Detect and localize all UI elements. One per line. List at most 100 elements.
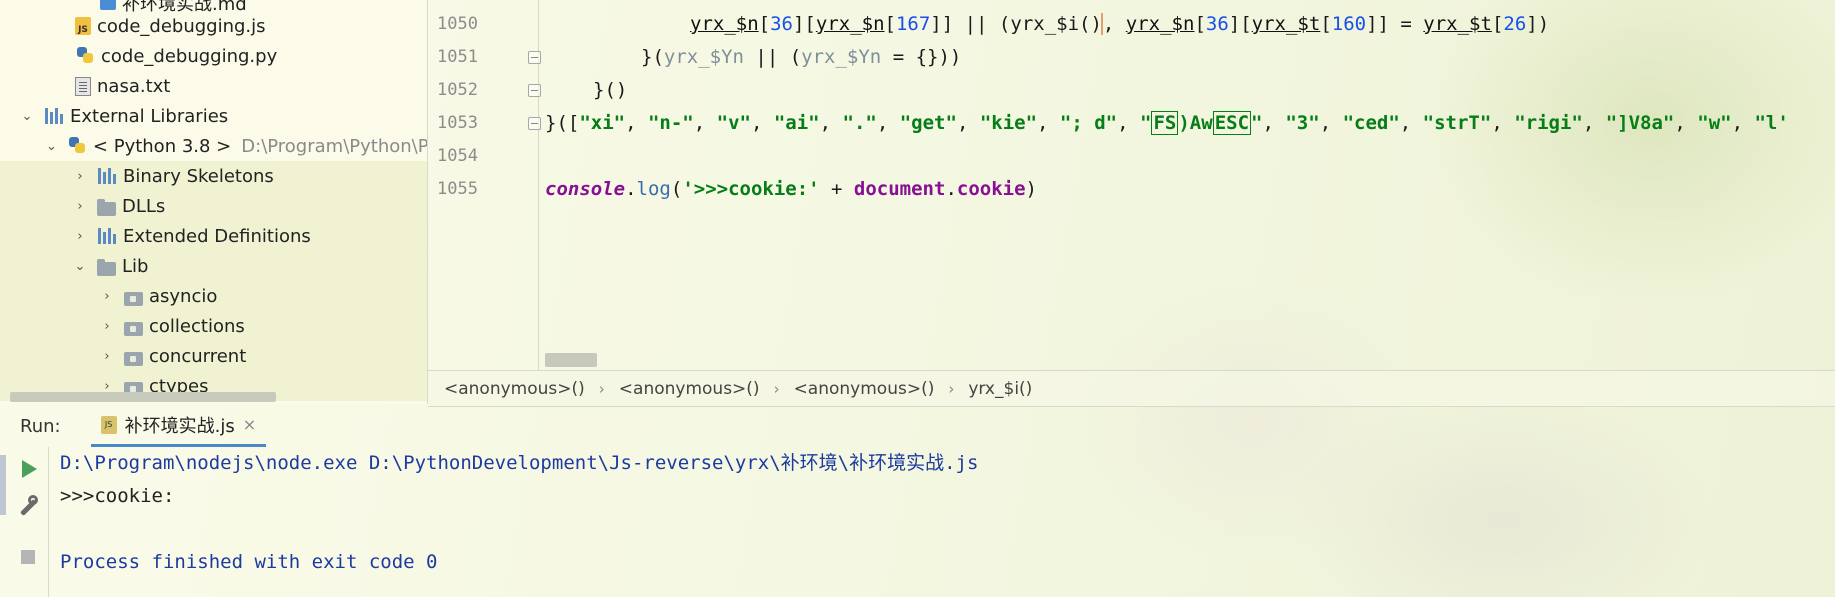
line-number: 1054 <box>437 146 478 166</box>
code-token: || ( <box>743 46 802 68</box>
js-file-icon: JS <box>100 415 117 434</box>
tree-item-label: DLLs <box>122 195 166 217</box>
tree-item-asyncio[interactable]: › asyncio <box>0 281 427 311</box>
tree-item-label: concurrent <box>149 345 247 367</box>
chevron-right-icon[interactable]: › <box>73 169 87 184</box>
code-token: [ <box>884 13 896 35</box>
tree-item-dlls[interactable]: › DLLs <box>0 191 427 221</box>
breadcrumb-item[interactable]: <anonymous>() <box>444 379 585 399</box>
code-token: ]] = <box>1366 13 1424 35</box>
code-token: , <box>1262 112 1286 134</box>
breadcrumb-item[interactable]: yrx_$i() <box>968 379 1032 399</box>
tree-item-label: code_debugging.js <box>97 15 266 37</box>
string-literal: "3" <box>1285 112 1320 134</box>
code-token: () <box>1079 13 1102 35</box>
code-token: . <box>625 178 637 200</box>
string-literal: '>>>cookie:' <box>682 178 820 200</box>
code-token: 36 <box>770 13 793 35</box>
chevron-right-icon[interactable]: › <box>73 199 87 214</box>
console-output[interactable]: D:\Program\nodejs\node.exe D:\PythonDeve… <box>60 447 1835 597</box>
run-tab[interactable]: JS 补环境实战.js × <box>90 405 267 447</box>
package-icon <box>124 292 143 306</box>
tree-item-code-debugging-py[interactable]: code_debugging.py <box>0 41 427 71</box>
string-literal: "l' <box>1754 112 1789 134</box>
project-tree[interactable]: 补环境实战.md JS code_debugging.js code_debug… <box>0 0 428 404</box>
chevron-right-icon[interactable]: › <box>100 349 114 364</box>
text-file-icon <box>75 76 91 96</box>
wrench-icon[interactable] <box>16 495 40 519</box>
tree-item-label: nasa.txt <box>97 75 171 97</box>
code-token: 26 <box>1503 13 1527 35</box>
js-file-icon: JS <box>75 17 91 35</box>
code-line-1055: console.log('>>>cookie:' + document.cook… <box>545 173 1037 206</box>
code-token: , <box>876 112 900 134</box>
chevron-down-icon[interactable]: ⌄ <box>46 139 57 154</box>
chevron-right-icon[interactable]: › <box>73 229 87 244</box>
python-file-icon <box>75 46 95 66</box>
code-token: 36 <box>1205 13 1229 35</box>
code-line-1051: }(yrx_$Yn || (yrx_$Yn = {})) <box>641 41 961 74</box>
rerun-play-icon[interactable] <box>16 457 40 481</box>
tree-item-code-debugging-js[interactable]: JS code_debugging.js <box>0 11 427 41</box>
string-literal: " <box>1251 112 1263 134</box>
stop-icon[interactable] <box>16 545 40 569</box>
chevron-down-icon[interactable]: ⌄ <box>20 109 34 124</box>
code-token: [ <box>1194 13 1206 35</box>
tree-item-binary-skeletons[interactable]: › Binary Skeletons <box>0 161 427 191</box>
tree-item-label: Extended Definitions <box>123 225 311 247</box>
code-token: [ <box>1320 13 1332 35</box>
tree-item-label: code_debugging.py <box>101 45 278 67</box>
code-token: [ <box>1491 13 1504 35</box>
code-token: yrx_$n <box>815 13 885 35</box>
code-token: , <box>625 112 648 134</box>
code-token: log <box>636 178 671 200</box>
close-icon[interactable]: × <box>243 415 256 434</box>
string-literal: "n-" <box>647 112 694 134</box>
console-command-line: D:\Program\nodejs\node.exe D:\PythonDeve… <box>60 452 979 474</box>
tree-item-nasa-txt[interactable]: nasa.txt <box>0 71 427 101</box>
fold-marker-icon[interactable] <box>528 84 541 97</box>
chevron-right-icon: › <box>948 379 955 398</box>
tree-item-lib[interactable]: ⌄ Lib <box>0 251 427 281</box>
code-token: console <box>545 178 626 200</box>
tree-item-python-sdk[interactable]: ⌄ < Python 3.8 > D:\Program\Python\P <box>0 131 427 161</box>
line-number: 1052 <box>437 80 478 100</box>
string-literal: "ced" <box>1342 112 1400 134</box>
tree-item-collections[interactable]: › collections <box>0 311 427 341</box>
code-token: ][ <box>1228 13 1252 35</box>
code-token: , <box>1674 112 1698 134</box>
control-char-box: FS <box>1151 111 1179 135</box>
tree-horizontal-scrollbar[interactable] <box>10 392 276 402</box>
code-token: ]] || ( <box>930 13 1011 35</box>
tree-item-extended-definitions[interactable]: › Extended Definitions <box>0 221 427 251</box>
tree-item-label: collections <box>149 315 245 337</box>
chevron-right-icon[interactable]: › <box>100 319 114 334</box>
chevron-right-icon[interactable]: › <box>100 289 114 304</box>
code-token: ) <box>1025 178 1037 200</box>
string-literal: "." <box>842 112 877 134</box>
code-token: yrx_$t <box>1423 13 1492 35</box>
code-token: , <box>819 112 843 134</box>
code-token: , <box>1399 112 1423 134</box>
string-literal: "rigi" <box>1514 112 1583 134</box>
editor-horizontal-scrollbar[interactable] <box>545 353 597 367</box>
code-token: 160 <box>1331 13 1367 35</box>
tree-item-external-libraries[interactable]: ⌄ External Libraries <box>0 101 427 131</box>
fold-marker-icon[interactable] <box>528 51 541 64</box>
code-token: }( <box>641 46 664 68</box>
code-token: yrx_$Yn <box>663 46 744 68</box>
breadcrumb: <anonymous>() › <anonymous>() › <anonymo… <box>428 370 1835 407</box>
fold-marker-icon[interactable] <box>528 117 541 130</box>
tree-item-label: Lib <box>122 255 149 277</box>
breadcrumb-item[interactable]: <anonymous>() <box>794 379 935 399</box>
breadcrumb-item[interactable]: <anonymous>() <box>619 379 760 399</box>
code-token: , <box>1319 112 1343 134</box>
tree-item-concurrent[interactable]: › concurrent <box>0 341 427 371</box>
chevron-down-icon[interactable]: ⌄ <box>73 259 87 274</box>
tree-item-label: < Python 3.8 > <box>92 135 232 157</box>
line-number: 1051 <box>437 47 478 67</box>
code-token: yrx_$Yn <box>801 46 882 68</box>
string-literal: "xi" <box>579 112 626 134</box>
code-editor[interactable]: yrx_$n[36][yrx_$n[167]] || (yrx_$i(), yr… <box>545 0 1835 370</box>
run-panel-header: Run: JS 补环境实战.js × <box>0 405 1835 447</box>
